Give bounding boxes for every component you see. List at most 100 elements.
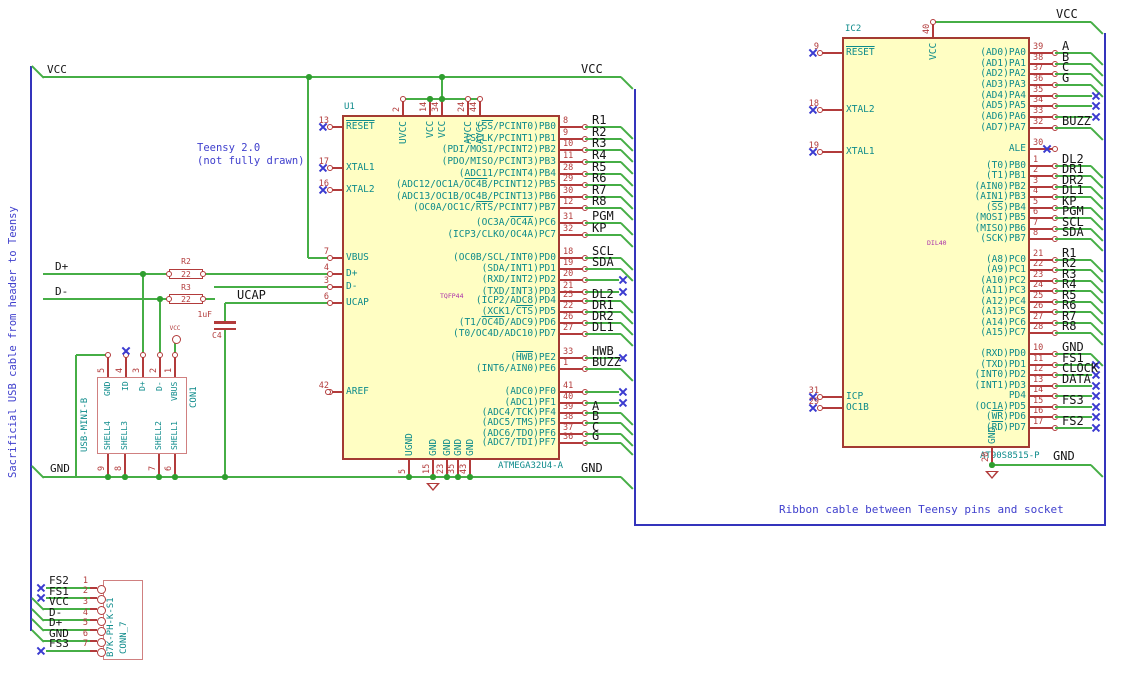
pin-name: AVCC (474, 121, 486, 145)
pin-number: 26 (1033, 301, 1044, 311)
junction-dot (172, 474, 178, 480)
wire (933, 21, 1091, 23)
pin-number: 5 (1033, 197, 1039, 207)
wire-diagonal (620, 76, 634, 90)
net-label: FS3 (49, 637, 69, 650)
pin-number: 13 (1033, 375, 1044, 385)
junction-dot (989, 462, 995, 468)
junction-dot (427, 96, 433, 102)
net-label: VCC (47, 63, 67, 76)
reference-label: U1 (344, 102, 355, 112)
wire (43, 76, 621, 78)
wire (142, 274, 144, 355)
reference-label: CON1 (189, 386, 199, 408)
pin-number: 19 (563, 258, 574, 268)
pin (90, 640, 97, 642)
pin-name: ALE (1008, 143, 1026, 154)
pin-number: 7 (1033, 218, 1039, 228)
pin-name: (INT6/AIN0)PE6 (475, 363, 556, 374)
pin-number: 7 (82, 639, 88, 649)
pin-end-circle (157, 352, 163, 358)
pin-number: 23 (1033, 270, 1044, 280)
wire-diagonal (1090, 127, 1104, 141)
pin-number: 15 (422, 463, 432, 474)
junction-dot (157, 296, 163, 302)
wire (585, 402, 619, 404)
wire (43, 476, 621, 478)
net-label: R8 (592, 194, 607, 208)
pin-number: 6 (1033, 207, 1039, 217)
pin-number: 33 (1033, 106, 1044, 116)
junction-dot (140, 271, 146, 277)
no-connect-icon (1092, 92, 1101, 101)
bus-line (633, 89, 637, 526)
pin-number: 22 (563, 301, 574, 311)
wire (307, 77, 309, 258)
no-connect-icon (37, 584, 46, 593)
no-connect-icon (809, 106, 818, 115)
pin-number: 12 (1033, 364, 1044, 374)
wire (46, 650, 90, 652)
pin-number: 30 (563, 186, 574, 196)
wire (159, 299, 161, 355)
wire (203, 273, 330, 275)
pin-number: 14 (419, 101, 429, 112)
wire (585, 422, 621, 424)
pin-number: 21 (1033, 249, 1044, 259)
pin-end-circle (325, 389, 331, 395)
schematic-canvas: Sacrificial USB cable from header to Tee… (0, 0, 1131, 690)
pin-name: SHELL3 (120, 421, 129, 450)
no-connect-icon (1092, 113, 1101, 122)
junction-dot (439, 96, 445, 102)
pin-name: (SS/PCINT0)PB0 (475, 121, 556, 132)
pin-name: GND (986, 426, 998, 444)
pin-number: 11 (1033, 354, 1044, 364)
pin-number: 25 (563, 290, 574, 300)
pin-number: 33 (563, 347, 574, 357)
junction-dot (156, 474, 162, 480)
no-connect-icon (319, 186, 328, 195)
pin-end-circle (172, 352, 178, 358)
pin-name: D+ (138, 381, 147, 391)
pin-name: (A11)PC3 (980, 285, 1026, 296)
net-label: BUZZ (1062, 114, 1091, 128)
wire (585, 279, 619, 281)
net-label: GND (1053, 449, 1075, 463)
pin-number: 28 (563, 163, 574, 173)
no-connect-icon (619, 399, 628, 408)
wire-diagonal (31, 65, 45, 79)
wire-diagonal (31, 629, 45, 643)
pin-number: 43 (459, 463, 469, 474)
note-teensy-line1: Teensy 2.0 (197, 142, 261, 154)
pin-number: 32 (563, 224, 574, 234)
no-connect-icon (1092, 392, 1101, 401)
pin (125, 355, 127, 377)
no-connect-icon (319, 164, 328, 173)
wire-diagonal (620, 207, 634, 221)
net-label: VCC (1056, 7, 1078, 21)
pin-name: (ADC0)PF0 (504, 386, 556, 397)
pin-number: 7 (323, 247, 329, 257)
pin (159, 355, 161, 377)
pin-name: (OC0A/OC1C/RTS/PCINT7)PB7 (412, 202, 556, 213)
net-label: GND (50, 462, 70, 475)
no-connect-icon (37, 594, 46, 603)
pin-number: 16 (1033, 406, 1044, 416)
net-label: D- (55, 285, 69, 298)
pin-number: 18 (563, 247, 574, 257)
net-label: FS2 (1062, 414, 1084, 428)
pin-number: 9 (563, 128, 569, 138)
resistor-value: 22 (181, 295, 191, 304)
pin-name: PD4 (1008, 390, 1026, 401)
pin-name: (A9)PC1 (985, 264, 1026, 275)
no-connect-icon (122, 347, 131, 356)
pin-name: (OC0B/SCL/INT0)PD0 (453, 252, 556, 263)
note-ribbon-cable: Ribbon cable between Teensy pins and soc… (779, 503, 1064, 516)
net-label: SDA (1062, 225, 1084, 239)
wire-diagonal (620, 161, 634, 175)
wire (43, 273, 169, 275)
junction-dot (122, 474, 128, 480)
net-label: D+ (55, 260, 69, 273)
pin-number: 2 (149, 367, 159, 373)
pin-name: (ICP2/ADC8)PD4 (475, 295, 556, 306)
